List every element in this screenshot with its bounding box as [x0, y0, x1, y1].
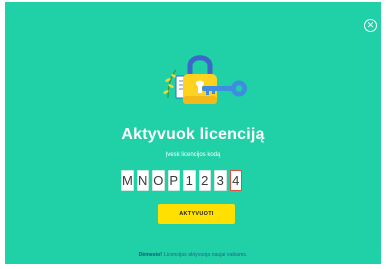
code-char-input[interactable]: N	[136, 170, 149, 191]
code-char-input[interactable]: M	[121, 170, 134, 191]
footer-note: Dėmesio! Licencijas aktyvuoja naujai vaik…	[5, 252, 381, 258]
code-char-input[interactable]: O	[152, 170, 165, 191]
close-button[interactable]: ✕	[364, 19, 377, 32]
code-char-input[interactable]: 4	[229, 170, 242, 191]
lock-icon	[183, 55, 217, 104]
leaf-icon	[163, 69, 177, 99]
footer-link[interactable]: Dėmesio!	[139, 252, 162, 258]
activate-button[interactable]: AKTYVUOTI	[158, 204, 235, 224]
license-code-label: Įvesk licencijos kodą	[165, 152, 221, 158]
code-char-input[interactable]: P	[167, 170, 180, 191]
dialog-title: Aktyvuok licenciją	[121, 126, 265, 143]
footer-text: Licencijas aktyvuoja naujai vaikams.	[164, 252, 248, 258]
license-dialog: ✕ Aktyvuok licenciją Įvesk licencijos ko…	[5, 2, 381, 264]
license-illustration	[163, 55, 247, 104]
code-char-input[interactable]: 3	[214, 170, 227, 191]
code-char-input[interactable]: 1	[183, 170, 196, 191]
license-code-input: M N O P 1 2 3 4	[121, 170, 242, 193]
close-icon: ✕	[366, 20, 375, 30]
code-char-input[interactable]: 2	[198, 170, 211, 191]
